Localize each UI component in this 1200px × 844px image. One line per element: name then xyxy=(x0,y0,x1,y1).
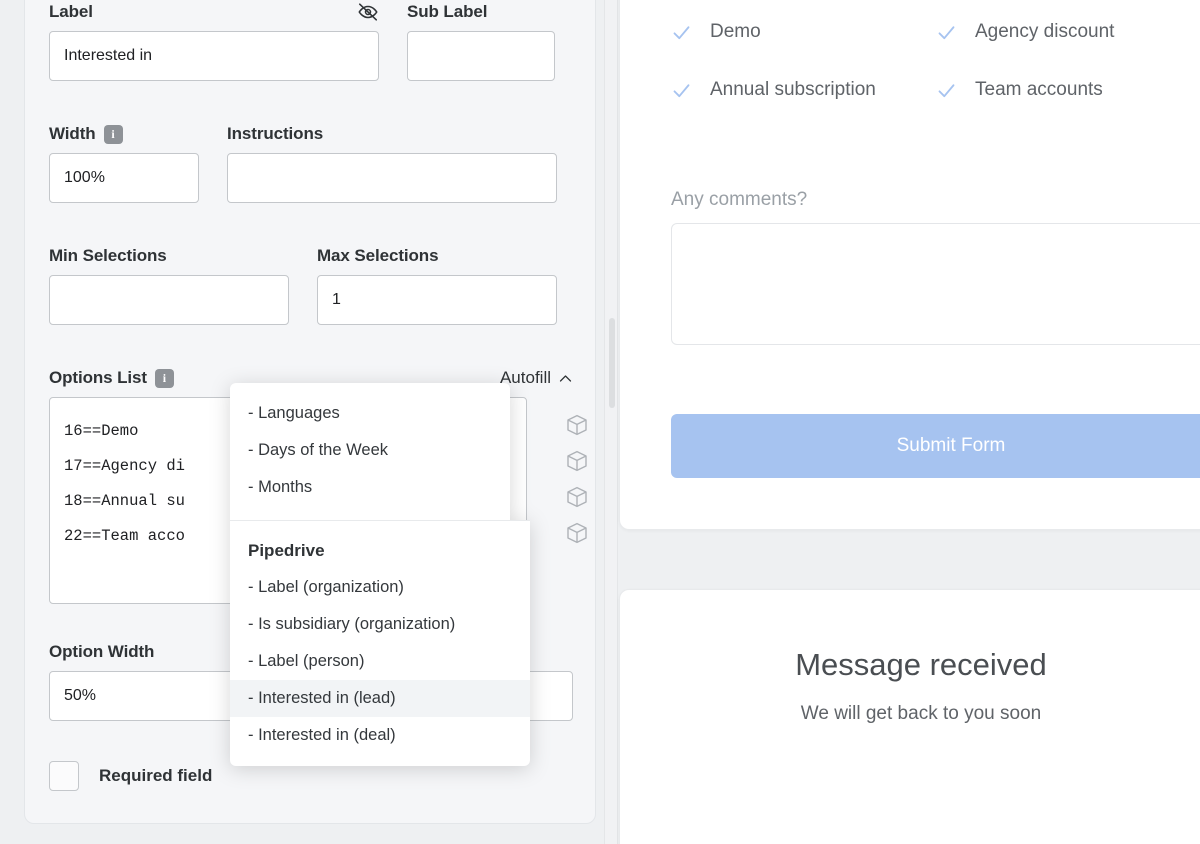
menu-item-interested-in-deal[interactable]: - Interested in (deal) xyxy=(230,717,530,754)
max-selections-header: Max Selections xyxy=(317,245,557,267)
instructions-field-header: Instructions xyxy=(227,123,557,145)
check-icon xyxy=(938,83,955,97)
menu-item-label-person[interactable]: - Label (person) xyxy=(230,643,530,680)
min-selections-input[interactable] xyxy=(49,275,289,325)
settings-panel-scrollbar[interactable] xyxy=(604,0,618,844)
required-field-label: Required field xyxy=(99,766,213,785)
max-selections-input[interactable]: 1 xyxy=(317,275,557,325)
message-received-card: Message received We will get back to you… xyxy=(619,589,1200,844)
message-received-subtitle: We will get back to you soon xyxy=(800,703,1042,724)
instructions-field-group: Instructions xyxy=(227,123,557,203)
comments-field-group: Any comments? xyxy=(671,189,1200,345)
max-selections-label: Max Selections xyxy=(317,246,439,265)
submit-form-button[interactable]: Submit Form xyxy=(671,414,1200,478)
menu-item-languages[interactable]: - Languages xyxy=(230,395,510,432)
label-field-header: Label xyxy=(49,1,379,23)
width-field-header: Width i xyxy=(49,123,199,145)
label-field-label: Label xyxy=(49,2,93,21)
menu-item-is-subsidiary-organization[interactable]: - Is subsidiary (organization) xyxy=(230,606,530,643)
cube-icon[interactable] xyxy=(564,521,590,545)
width-field-label: Width xyxy=(49,124,96,143)
instructions-field-label: Instructions xyxy=(227,124,324,143)
option-width-label: Option Width xyxy=(49,642,155,661)
width-instructions-row: Width i 100% Instructions xyxy=(49,123,573,203)
comments-textarea[interactable] xyxy=(671,223,1200,345)
check-icon xyxy=(673,25,690,39)
label-sublabel-row: Label Interested in Sub Label xyxy=(49,1,573,81)
choice-team-accounts[interactable]: Team accounts xyxy=(936,79,1200,101)
options-list-label: Options List xyxy=(49,368,147,387)
min-selections-label: Min Selections xyxy=(49,246,167,265)
sub-label-field-group: Sub Label xyxy=(407,1,555,81)
options-list-info-icon[interactable]: i xyxy=(154,368,174,388)
max-selections-group: Max Selections 1 xyxy=(317,245,557,325)
menu-item-days-of-the-week[interactable]: - Days of the Week xyxy=(230,432,510,469)
comments-label: Any comments? xyxy=(671,189,808,210)
menu-item-interested-in-lead[interactable]: - Interested in (lead) xyxy=(230,680,530,717)
choice-label: Annual subscription xyxy=(710,79,876,100)
autofill-dropdown-menu: - Languages - Days of the Week - Months … xyxy=(230,383,530,766)
chevron-up-icon xyxy=(559,374,572,382)
selections-row: Min Selections Max Selections 1 xyxy=(49,245,573,325)
check-icon xyxy=(938,25,955,39)
choice-label: Team accounts xyxy=(975,79,1103,100)
cube-icon[interactable] xyxy=(564,449,590,473)
label-field-group: Label Interested in xyxy=(49,1,379,81)
choice-label: Demo xyxy=(710,21,761,42)
option-drag-handles xyxy=(564,413,590,545)
min-selections-header: Min Selections xyxy=(49,245,289,267)
autofill-pipedrive-section: Pipedrive - Label (organization) - Is su… xyxy=(230,520,530,766)
autofill-preset-section: - Languages - Days of the Week - Months xyxy=(230,383,510,520)
required-field-row[interactable]: Required field xyxy=(49,761,212,791)
instructions-input[interactable] xyxy=(227,153,557,203)
scrollbar-thumb[interactable] xyxy=(609,318,615,408)
cube-icon[interactable] xyxy=(564,485,590,509)
min-selections-group: Min Selections xyxy=(49,245,289,325)
width-info-icon[interactable]: i xyxy=(103,124,123,144)
choice-agency-discount[interactable]: Agency discount xyxy=(936,21,1200,43)
interested-in-choices: Demo Agency discount Annual subscription… xyxy=(671,21,1200,101)
sub-label-input[interactable] xyxy=(407,31,555,81)
choice-annual-subscription[interactable]: Annual subscription xyxy=(671,79,936,101)
sub-label-field-header: Sub Label xyxy=(407,1,555,23)
eye-off-icon[interactable] xyxy=(357,1,379,23)
choice-label: Agency discount xyxy=(975,21,1115,42)
menu-group-title-pipedrive: Pipedrive xyxy=(248,541,325,560)
required-field-checkbox[interactable] xyxy=(49,761,79,791)
choice-demo[interactable]: Demo xyxy=(671,21,936,43)
label-input[interactable]: Interested in xyxy=(49,31,379,81)
menu-item-label-organization[interactable]: - Label (organization) xyxy=(230,569,530,606)
menu-item-months[interactable]: - Months xyxy=(230,469,510,506)
width-input[interactable]: 100% xyxy=(49,153,199,203)
cube-icon[interactable] xyxy=(564,413,590,437)
form-preview-column: Demo Agency discount Annual subscription… xyxy=(619,0,1200,844)
check-icon xyxy=(673,83,690,97)
sub-label-field-label: Sub Label xyxy=(407,2,488,21)
message-received-title: Message received xyxy=(795,647,1047,682)
form-preview-card: Demo Agency discount Annual subscription… xyxy=(619,0,1200,530)
width-field-group: Width i 100% xyxy=(49,123,199,203)
